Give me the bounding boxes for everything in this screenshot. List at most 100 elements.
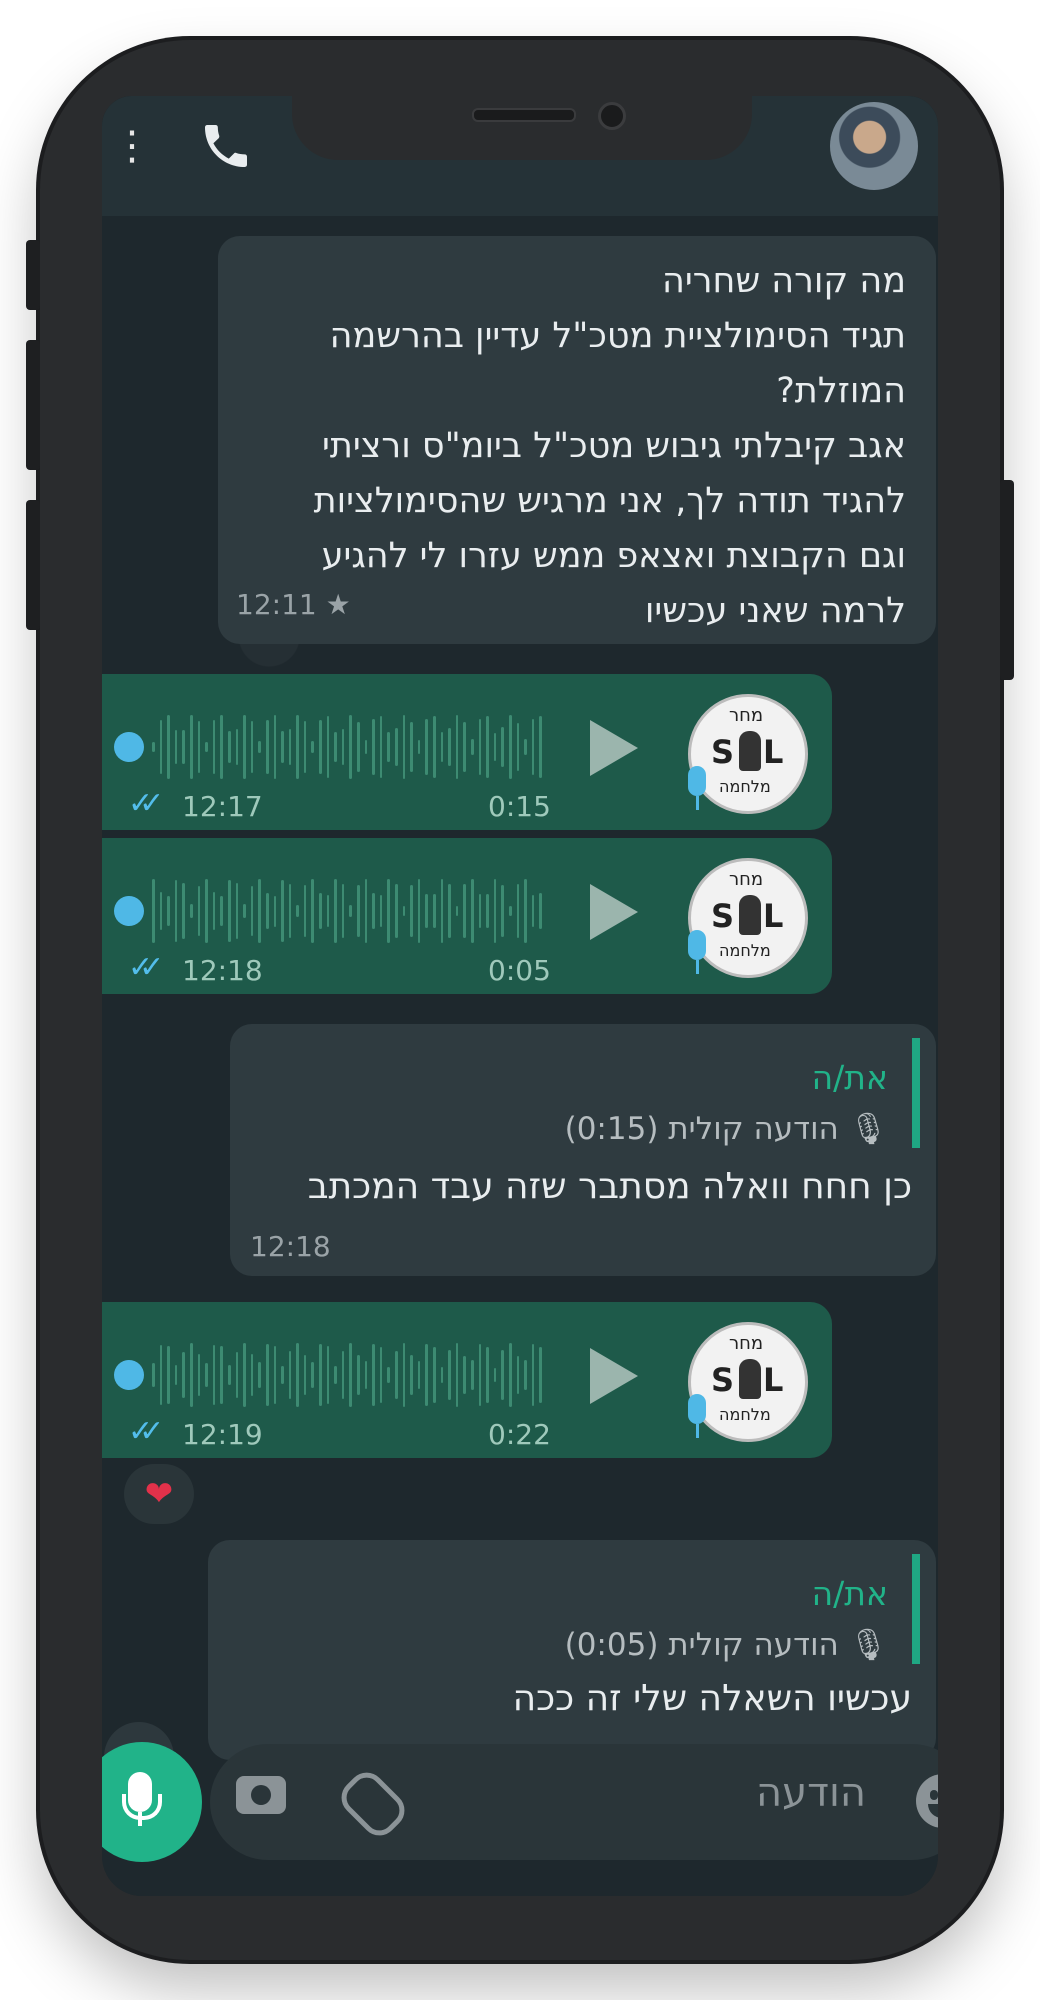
mic-base <box>138 1812 142 1826</box>
playback-position-dot[interactable] <box>114 896 144 926</box>
waveform-bar <box>197 885 201 937</box>
waveform-bar <box>539 1347 542 1403</box>
waveform-bar <box>288 1351 292 1399</box>
waveform-bar <box>432 715 436 779</box>
waveform-bar <box>288 883 292 939</box>
waveform-bar <box>303 721 307 773</box>
logo-text-s: S <box>711 1361 735 1399</box>
waveform[interactable] <box>152 876 542 946</box>
star-icon: ★ <box>325 588 351 621</box>
logo-text-s: S <box>711 897 735 935</box>
waveform-bar <box>326 895 330 927</box>
waveform-bar <box>152 878 155 944</box>
quote-sender-name: את/ה <box>811 1574 888 1613</box>
mic-stand <box>122 1794 162 1820</box>
waveform-bar <box>440 732 444 762</box>
heart-reaction[interactable]: ❤ <box>124 1464 194 1524</box>
waveform[interactable] <box>152 712 542 782</box>
waveform-bar <box>531 1343 535 1407</box>
helmet-icon <box>739 731 761 771</box>
read-ticks-icon: ✓✓ <box>128 1414 164 1449</box>
waveform-bar <box>402 714 406 780</box>
quoted-message[interactable]: את/ה 🎙 הודעה קולית (0:15) <box>232 1038 920 1148</box>
play-button[interactable] <box>590 1348 638 1404</box>
waveform-bar <box>243 715 246 779</box>
waveform-bar <box>258 1362 261 1388</box>
waveform-bar <box>250 885 254 937</box>
mic-icon <box>688 766 706 810</box>
waveform-bar <box>311 1361 315 1389</box>
logo-text-top: מחר <box>729 869 764 890</box>
sender-avatar-logo: מחר S L מלחמה <box>688 1322 808 1442</box>
waveform-bar <box>235 729 239 765</box>
waveform-bar <box>243 1342 246 1408</box>
waveform-bar <box>478 894 482 928</box>
waveform-bar <box>516 1356 520 1394</box>
waveform-bar <box>364 740 368 754</box>
waveform-bar <box>341 883 345 939</box>
phone-icon[interactable] <box>198 118 254 174</box>
waveform-bar <box>227 1365 231 1385</box>
waveform-bar <box>448 727 451 767</box>
waveform-bar <box>288 729 292 765</box>
waveform-bar <box>463 722 466 772</box>
waveform-bar <box>281 731 284 763</box>
contact-avatar[interactable] <box>830 102 918 190</box>
waveform-bar <box>417 739 421 755</box>
voice-message-bubble[interactable]: מחר S L מלחמה ✓✓ 12:18 0:05 <box>102 838 832 994</box>
waveform-bar <box>205 741 208 753</box>
waveform-bar <box>265 1344 269 1406</box>
waveform-bar <box>189 1342 193 1408</box>
waveform-bar <box>319 893 322 929</box>
quote-voice-label: 🎙 הודעה קולית (0:15) <box>564 1111 888 1147</box>
waveform-bar <box>159 720 163 774</box>
logo-text-l: L <box>763 897 784 935</box>
play-button[interactable] <box>590 884 638 940</box>
waveform-bar <box>311 878 315 944</box>
waveform-bar <box>265 719 269 775</box>
waveform-bar <box>220 895 223 927</box>
reply-message-bubble[interactable]: את/ה 🎙 הודעה קולית (0:15) כן חחח וואלה מ… <box>230 1024 936 1276</box>
waveform-bar <box>212 720 216 774</box>
waveform-bar <box>227 879 231 943</box>
emoji-icon[interactable] <box>916 1774 938 1828</box>
waveform-bar <box>174 1364 178 1385</box>
waveform-bar <box>455 1342 459 1408</box>
waveform-bar <box>235 1351 239 1399</box>
waveform-bar <box>220 1345 223 1405</box>
logo-text-l: L <box>763 733 784 771</box>
waveform-bar <box>235 883 239 939</box>
quoted-message[interactable]: את/ה 🎙 הודעה קולית (0:05) <box>212 1554 920 1664</box>
waveform-bar <box>349 905 353 917</box>
more-vert-icon[interactable]: ⋮ <box>112 126 152 166</box>
waveform[interactable] <box>152 1340 542 1410</box>
waveform-bar <box>417 1360 421 1390</box>
waveform-bar <box>250 721 254 773</box>
waveform-bar <box>372 1344 375 1406</box>
waveform-bar <box>402 905 406 917</box>
playback-position-dot[interactable] <box>114 1360 144 1390</box>
voice-message-bubble[interactable]: מחר S L מלחמה ✓✓ 12:17 0:15 <box>102 674 832 830</box>
waveform-bar <box>448 1350 451 1400</box>
waveform-bar <box>410 721 413 773</box>
playback-position-dot[interactable] <box>114 732 144 762</box>
message-line: אגב קיבלתי גיבוש מטכ"ל ביומ"ס ורציתי <box>322 426 906 466</box>
attach-icon[interactable] <box>334 1765 412 1843</box>
reply-message-bubble[interactable]: את/ה 🎙 הודעה קולית (0:05) עכשיו השאלה של… <box>208 1540 936 1760</box>
waveform-bar <box>341 728 345 766</box>
waveform-bar <box>197 1353 201 1397</box>
message-composer[interactable]: הודעה <box>210 1744 938 1860</box>
waveform-bar <box>303 1354 307 1396</box>
waveform-bar <box>531 718 535 776</box>
waveform-bar <box>220 715 223 779</box>
message-line: המוזלת? <box>776 371 906 411</box>
message-input[interactable]: הודעה <box>756 1770 866 1816</box>
play-button[interactable] <box>590 720 638 776</box>
camera-icon[interactable] <box>236 1776 286 1814</box>
message-time: 12:18 <box>182 954 263 987</box>
text-message-bubble[interactable]: מה קורה שחריה תגיד הסימולציית מטכ"ל עדיי… <box>218 236 936 644</box>
logo-text-top: מחר <box>729 1333 764 1354</box>
waveform-bar <box>372 719 375 775</box>
waveform-bar <box>387 1366 390 1384</box>
voice-message-bubble[interactable]: מחר S L מלחמה ✓✓ 12:19 0:22 <box>102 1302 832 1458</box>
